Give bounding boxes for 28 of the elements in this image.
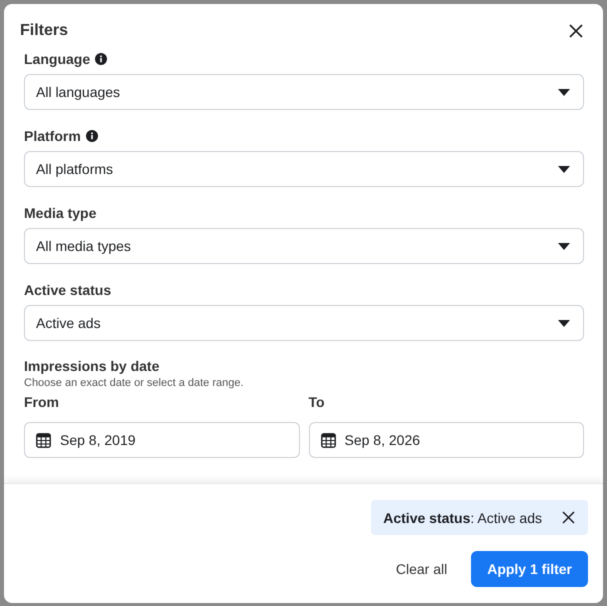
apply-button[interactable]: Apply 1 filter [471,551,588,587]
caret-icon [558,320,570,326]
dropdown[interactable]: All media types [24,228,584,264]
calendar-icon [36,432,51,448]
field-label: Language [24,51,90,67]
section-title: Impressions by date [24,358,160,374]
caret-icon [558,242,570,250]
clear-all-button[interactable]: Clear all [396,553,448,585]
field-label: From [24,394,60,410]
dropdown[interactable]: All platforms [24,151,584,187]
caret-icon [558,166,570,172]
field-label: Platform [24,128,81,144]
hint-text: Choose an exact date or select a date range. [24,377,245,389]
field-label: To [308,394,326,410]
close-icon[interactable] [569,24,583,38]
chip-text: Active status: Active ads [383,510,542,526]
caret-icon [558,88,570,96]
dropdown[interactable]: Active ads [24,305,584,341]
date-field[interactable]: Sep 8, 2026 [308,422,584,458]
field-label: Media type [24,205,96,221]
info-icon[interactable] [95,53,108,65]
date-field[interactable]: Sep 8, 2019 [24,422,300,458]
calendar-icon [320,432,336,448]
dialog-title: Filters [20,22,68,40]
info-icon[interactable] [86,130,98,142]
dropdown[interactable]: All languages [24,74,584,110]
field-label: Active status [24,282,112,298]
close-icon[interactable] [562,511,575,524]
